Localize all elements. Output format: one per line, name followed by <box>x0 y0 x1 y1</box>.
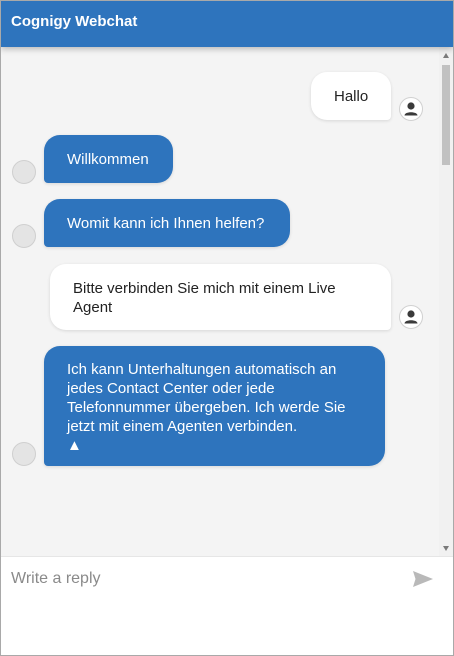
scroll-up-arrow-icon[interactable] <box>443 53 449 58</box>
bot-message: Womit kann ich Ihnen helfen? <box>44 199 290 247</box>
scroll-down-arrow-icon[interactable] <box>443 546 449 551</box>
message-history[interactable]: Hallo Willkommen Womit kann ich Ihnen he… <box>1 47 453 556</box>
message-text: Bitte verbinden Sie mich mit einem Live … <box>73 280 336 316</box>
message-text: Hallo <box>334 88 369 105</box>
send-button[interactable] <box>411 567 437 593</box>
composer-bar <box>1 556 453 655</box>
message-text: Willkommen <box>67 151 149 168</box>
user-avatar <box>399 97 423 121</box>
chat-header: Cognigy Webchat <box>1 1 453 47</box>
message-text: Womit kann ich Ihnen helfen? <box>67 215 265 232</box>
user-icon <box>404 310 418 324</box>
bot-avatar <box>12 442 36 466</box>
bot-message: Willkommen <box>44 135 173 183</box>
user-message: Hallo <box>311 72 391 120</box>
message-text: Ich kann Unterhaltungen automatisch an j… <box>67 361 346 435</box>
send-icon <box>413 571 433 587</box>
user-message: Bitte verbinden Sie mich mit einem Live … <box>50 264 391 330</box>
scroll-thumb[interactable] <box>442 65 450 165</box>
chat-title: Cognigy Webchat <box>11 13 138 30</box>
bot-avatar <box>12 224 36 248</box>
user-icon <box>404 102 418 116</box>
message-symbol: ▲ <box>67 437 82 454</box>
bot-avatar <box>12 160 36 184</box>
user-avatar <box>399 305 423 329</box>
reply-input[interactable] <box>1 557 421 601</box>
bot-message: Ich kann Unterhaltungen automatisch an j… <box>44 346 385 466</box>
webchat-window: Cognigy Webchat Hallo Willkommen Womit k… <box>0 0 454 656</box>
chat-scrollbar[interactable] <box>439 47 453 556</box>
